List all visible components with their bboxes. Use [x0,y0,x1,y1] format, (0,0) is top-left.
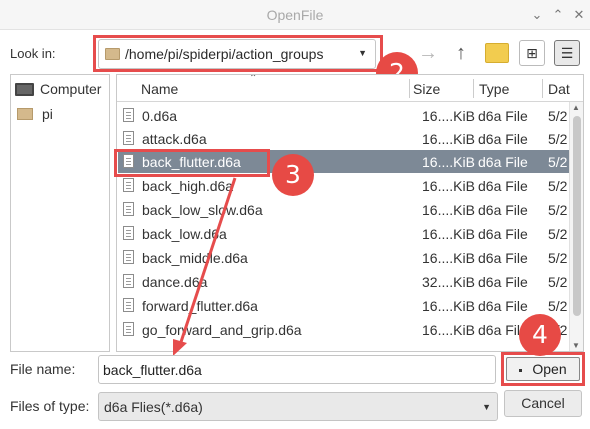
file-size: 16....KiB [422,108,475,124]
file-size: 32....KiB [422,274,475,290]
sidebar-item-label: Computer [40,81,102,97]
file-date: 5/2 [548,298,568,314]
file-type-label: Files of type: [10,398,90,414]
file-icon [123,226,134,240]
scroll-down-icon[interactable]: ▼ [572,341,580,350]
file-date: 5/2 [548,131,568,147]
title-bar: OpenFile ⌄ ⌃ ✕ [0,0,590,30]
file-name: back_middle.d6a [142,250,248,266]
column-divider[interactable] [409,79,410,98]
close-icon[interactable]: ✕ [569,5,589,25]
file-icon [123,250,134,264]
file-type: d6a File [478,250,528,266]
file-row[interactable]: 0.d6a 16....KiB d6a File 5/2 [118,104,569,127]
file-date: 5/2 [548,154,568,170]
file-size: 16....KiB [422,298,475,314]
sidebar-item-computer[interactable]: Computer [15,78,101,100]
file-size: 16....KiB [422,322,475,338]
file-name: back_low_slow.d6a [142,202,263,218]
file-type: d6a File [478,178,528,194]
annotation-highlight-look-in [93,35,383,72]
file-name: attack.d6a [142,131,207,147]
file-date: 5/2 [548,108,568,124]
file-size: 16....KiB [422,154,475,170]
column-header-date[interactable]: Dat [548,81,570,97]
cancel-button[interactable]: Cancel [504,390,582,417]
folder-icon [17,108,33,120]
file-name: back_low.d6a [142,226,227,242]
file-name-label: File name: [10,361,76,377]
column-divider[interactable] [473,79,474,98]
look-in-label: Look in: [10,46,56,61]
file-row[interactable]: back_high.d6a 16....KiB d6a File 5/2 [118,174,569,197]
grid-view-button[interactable]: ⊞ [519,40,545,66]
file-name: 0.d6a [142,108,178,124]
file-name: forward_flutter.d6a [142,298,258,314]
file-type: d6a File [478,202,528,218]
file-icon [123,178,134,192]
file-type: d6a File [478,131,528,147]
file-icon [123,322,134,336]
step-3-badge: 3 [272,154,314,196]
file-icon [123,108,134,122]
step-4-badge: 4 [519,314,561,356]
chevron-down-icon: ▼ [482,402,491,412]
column-divider[interactable] [542,79,543,98]
column-header-name[interactable]: Name [141,81,178,97]
file-name: dance.d6a [142,274,208,290]
file-row[interactable]: back_middle.d6a 16....KiB d6a File 5/2 [118,246,569,269]
file-type: d6a File [478,226,528,242]
sidebar: Computer pi [10,74,110,352]
file-row[interactable]: forward_flutter.d6a 16....KiB d6a File 5… [118,294,569,317]
computer-icon [15,83,34,96]
file-size: 16....KiB [422,131,475,147]
minimize-icon[interactable]: ⌄ [527,5,547,25]
column-header-type[interactable]: Type [479,81,509,97]
file-row[interactable]: go_forward_and_grip.d6a 16....KiB d6a Fi… [118,318,569,341]
file-size: 16....KiB [422,226,475,242]
file-row[interactable]: dance.d6a 32....KiB d6a File 5/2 [118,270,569,293]
file-icon [123,298,134,312]
file-row[interactable]: back_low.d6a 16....KiB d6a File 5/2 [118,222,569,245]
sidebar-item-pi[interactable]: pi [15,103,53,125]
new-folder-icon[interactable] [485,43,509,63]
file-list[interactable]: ⌃ Name Size Type Dat 0.d6a 16....KiB d6a… [116,74,584,352]
file-size: 16....KiB [422,178,475,194]
forward-icon[interactable]: → [414,38,442,68]
annotation-highlight-open [501,352,585,386]
chevron-up-icon: ⌃ [249,74,258,84]
column-header-size[interactable]: Size [413,81,440,97]
file-date: 5/2 [548,202,568,218]
scrollbar-thumb[interactable] [573,116,581,316]
file-icon [123,274,134,288]
maximize-icon[interactable]: ⌃ [548,5,568,25]
file-size: 16....KiB [422,202,475,218]
annotation-highlight-selected-file [114,149,270,177]
file-type: d6a File [478,274,528,290]
file-name: back_high.d6a [142,178,234,194]
window-title: OpenFile [266,7,324,23]
scroll-up-icon[interactable]: ▲ [572,103,580,112]
vertical-scrollbar[interactable]: ▲ ▼ [569,102,583,351]
file-date: 5/2 [548,250,568,266]
file-icon [123,131,134,145]
list-view-button[interactable]: ☰ [554,40,580,66]
sidebar-item-label: pi [42,106,53,122]
up-icon[interactable]: ↑ [447,38,475,68]
file-type: d6a File [478,298,528,314]
file-list-header: ⌃ Name Size Type Dat [117,75,583,102]
file-type-select[interactable]: d6a Flies(*.d6a) ▼ [98,392,498,421]
file-icon [123,202,134,216]
file-type: d6a File [478,108,528,124]
file-type-value: d6a Flies(*.d6a) [104,399,203,415]
file-date: 5/2 [548,226,568,242]
file-row[interactable]: attack.d6a 16....KiB d6a File 5/2 [118,127,569,150]
file-row[interactable]: back_low_slow.d6a 16....KiB d6a File 5/2 [118,198,569,221]
file-date: 5/2 [548,274,568,290]
file-name-input[interactable] [98,355,496,384]
file-date: 5/2 [548,178,568,194]
file-type: d6a File [478,154,528,170]
file-name: go_forward_and_grip.d6a [142,322,302,338]
file-size: 16....KiB [422,250,475,266]
